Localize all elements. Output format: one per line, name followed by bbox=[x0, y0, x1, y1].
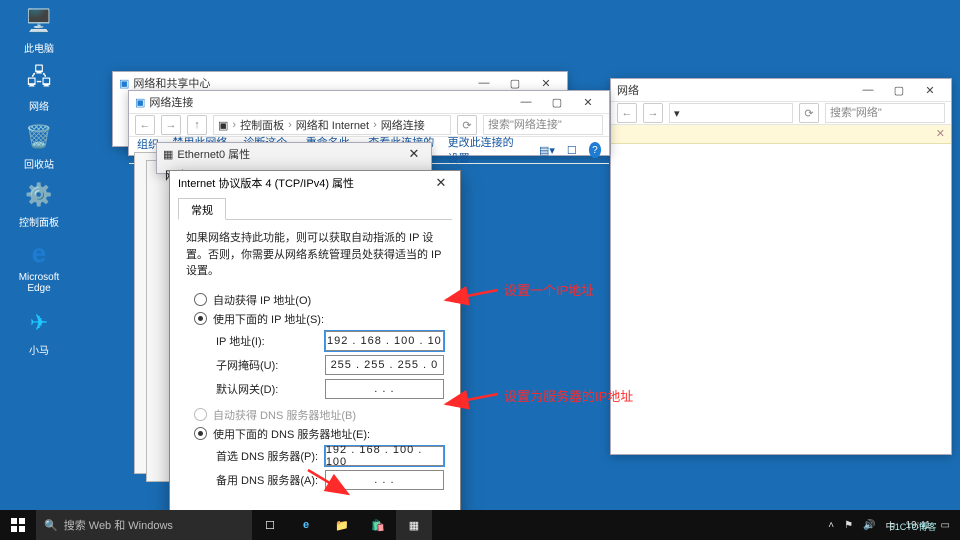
taskbar-search[interactable]: 🔍搜索 Web 和 Windows bbox=[36, 510, 252, 540]
close-button[interactable]: ✕ bbox=[403, 144, 425, 164]
nav-up-icon[interactable]: ↑ bbox=[187, 115, 207, 135]
input-gateway[interactable]: . . . bbox=[325, 379, 444, 399]
taskbar: 🔍搜索 Web 和 Windows ☐ e 📁 🛍️ ▦ ˄ ⚑ 🔊 中 19:… bbox=[0, 510, 960, 540]
edge-icon: e bbox=[22, 236, 56, 270]
refresh-icon[interactable]: ⟳ bbox=[799, 103, 819, 123]
minimize-button[interactable]: — bbox=[511, 92, 541, 112]
maximize-button[interactable]: ▢ bbox=[884, 80, 914, 100]
desktop-icon-app[interactable]: ✈小马 bbox=[14, 306, 64, 357]
recycle-bin-icon: 🗑️ bbox=[22, 120, 56, 154]
label-dns1: 首选 DNS 服务器(P): bbox=[216, 448, 325, 464]
refresh-icon[interactable]: ⟳ bbox=[457, 115, 477, 135]
infobar-close-icon[interactable]: ✕ bbox=[930, 125, 951, 142]
network-icon: 🖧 bbox=[22, 62, 56, 96]
tray-chevron-icon[interactable]: ˄ bbox=[828, 520, 834, 531]
window-network-explorer[interactable]: 网络 —▢✕ ← → ▾ ⟳ 搜索"网络" ✕ bbox=[610, 78, 952, 455]
info-text: 如果网络支持此功能，则可以获取自动指派的 IP 设置。否则，你需要从网络系统管理… bbox=[186, 230, 444, 280]
search-input[interactable]: 搜索"网络" bbox=[825, 103, 945, 123]
search-input[interactable]: 搜索"网络连接" bbox=[483, 115, 603, 135]
tray-notifications-icon[interactable]: ▭ bbox=[941, 520, 950, 531]
maximize-button[interactable]: ▢ bbox=[542, 92, 572, 112]
address-bar[interactable]: ▾ bbox=[669, 103, 793, 123]
radio-auto-ip[interactable]: 自动获得 IP 地址(O) bbox=[194, 292, 444, 308]
tray-network-icon[interactable]: ⚑ bbox=[844, 520, 853, 531]
close-button[interactable]: ✕ bbox=[430, 173, 452, 193]
help-icon[interactable]: ? bbox=[589, 142, 601, 158]
radio-manual-dns[interactable]: 使用下面的 DNS 服务器地址(E): bbox=[194, 426, 444, 442]
infobar: ✕ bbox=[611, 125, 951, 144]
task-view-button[interactable]: ☐ bbox=[252, 510, 288, 540]
desktop-icon-control-panel[interactable]: ⚙️控制面板 bbox=[14, 178, 64, 229]
desktop-icon-network[interactable]: 🖧网络 bbox=[14, 62, 64, 113]
folder-icon: ▣ bbox=[218, 119, 228, 132]
breadcrumb[interactable]: ▣› 控制面板› 网络和 Internet› 网络连接 bbox=[213, 115, 451, 135]
taskbar-app-store[interactable]: 🛍️ bbox=[360, 510, 396, 540]
tray-volume-icon[interactable]: 🔊 bbox=[863, 520, 875, 531]
monitor-icon: 🖥️ bbox=[22, 4, 56, 38]
adapter-icon: ▦ bbox=[163, 148, 173, 161]
close-button[interactable]: ✕ bbox=[915, 80, 945, 100]
input-dns-secondary[interactable]: . . . bbox=[325, 470, 444, 490]
dialog-title: Internet 协议版本 4 (TCP/IPv4) 属性 bbox=[178, 175, 430, 191]
tool-change[interactable]: 更改此连接的设置 bbox=[448, 134, 515, 166]
search-icon: 🔍 bbox=[44, 519, 58, 532]
nav-back-icon[interactable]: ← bbox=[135, 115, 155, 135]
watermark: 51CTO博客 bbox=[890, 520, 937, 533]
taskbar-app-edge[interactable]: e bbox=[288, 510, 324, 540]
view-icon[interactable]: ▤▾ bbox=[539, 144, 555, 157]
input-dns-primary[interactable]: 192 . 168 . 100 . 100 bbox=[325, 446, 444, 466]
desktop-icon-this-pc[interactable]: 🖥️此电脑 bbox=[14, 4, 64, 55]
network-icon: ▣ bbox=[135, 96, 145, 109]
close-button[interactable]: ✕ bbox=[573, 92, 603, 112]
radio-auto-dns: 自动获得 DNS 服务器地址(B) bbox=[194, 407, 444, 423]
annotation-2: 设置为服务器的IP地址 bbox=[504, 386, 633, 405]
label-ip: IP 地址(I): bbox=[216, 333, 325, 349]
minimize-button[interactable]: — bbox=[853, 80, 883, 100]
radio-manual-ip[interactable]: 使用下面的 IP 地址(S): bbox=[194, 311, 444, 327]
system-tray[interactable]: ˄ ⚑ 🔊 中 19:4151CTO博客 ▭ bbox=[818, 518, 960, 533]
app-icon: ✈ bbox=[22, 306, 56, 340]
input-subnet-mask[interactable]: 255 . 255 . 255 . 0 bbox=[325, 355, 444, 375]
taskbar-app-active[interactable]: ▦ bbox=[396, 510, 432, 540]
pane-icon[interactable]: ☐ bbox=[567, 144, 577, 157]
taskbar-app-explorer[interactable]: 📁 bbox=[324, 510, 360, 540]
nav-fwd-icon[interactable]: → bbox=[643, 103, 663, 123]
nav-fwd-icon[interactable]: → bbox=[161, 115, 181, 135]
nav-back-icon[interactable]: ← bbox=[617, 103, 637, 123]
tab-general[interactable]: 常规 bbox=[178, 198, 226, 220]
dialog-ipv4-properties: Internet 协议版本 4 (TCP/IPv4) 属性✕ 常规 如果网络支持… bbox=[169, 170, 461, 540]
window-title: Ethernet0 属性 bbox=[177, 146, 403, 162]
shield-icon: ▣ bbox=[119, 77, 129, 90]
annotation-1: 设置一个IP地址 bbox=[504, 280, 594, 299]
input-ip-address[interactable]: 192 . 168 . 100 . 10 bbox=[325, 331, 444, 351]
desktop-icon-edge[interactable]: eMicrosoft Edge bbox=[14, 236, 64, 294]
label-gateway: 默认网关(D): bbox=[216, 381, 325, 397]
label-dns2: 备用 DNS 服务器(A): bbox=[216, 472, 325, 488]
label-mask: 子网掩码(U): bbox=[216, 357, 325, 373]
control-panel-icon: ⚙️ bbox=[22, 178, 56, 212]
window-title: 网络连接 bbox=[149, 94, 511, 110]
start-button[interactable] bbox=[0, 510, 36, 540]
window-title: 网络 bbox=[617, 82, 853, 98]
window-title: 网络和共享中心 bbox=[133, 75, 469, 91]
desktop-icon-recycle[interactable]: 🗑️回收站 bbox=[14, 120, 64, 171]
